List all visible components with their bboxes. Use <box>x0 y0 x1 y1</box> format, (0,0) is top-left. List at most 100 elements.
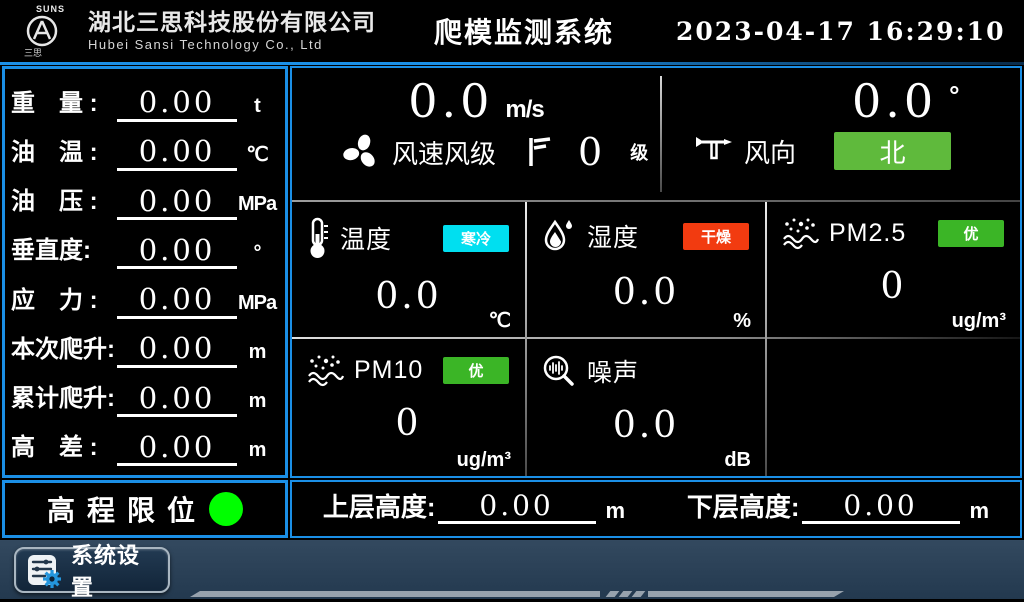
droplet-icon <box>541 216 577 256</box>
status-badge: 优 <box>443 357 509 384</box>
header: SUNS 三思 湖北三思科技股份有限公司 Hubei Sansi Technol… <box>0 0 1024 62</box>
sensor-name: 噪声 <box>587 353 639 389</box>
wind-level-value: 0 <box>578 133 604 171</box>
sensor-cell-pm25: PM2.5 优 0 ug/m³ <box>767 202 1020 337</box>
wind-level-unit: 级 <box>630 139 648 165</box>
page-title: 爬模监测系统 <box>434 11 614 51</box>
sensor-name: 湿度 <box>587 218 639 254</box>
fan-icon <box>340 132 382 172</box>
metric-value: 0.00 <box>117 284 237 318</box>
status-badge: 寒冷 <box>443 225 509 252</box>
thermometer-icon <box>306 216 330 260</box>
metric-value: 0.00 <box>117 235 237 269</box>
wind-level-flag-icon <box>526 135 552 169</box>
logo-suns-text: SUNS <box>36 5 65 14</box>
sensor-value: 0 <box>292 403 525 444</box>
footer-bar: 系统设置 <box>0 540 1024 599</box>
sensor-unit: ug/m³ <box>457 449 511 472</box>
wind-direction-label: 风向 <box>744 133 796 170</box>
metric-unit: ℃ <box>237 142 277 171</box>
wind-direction-value: 0.0 <box>852 78 937 124</box>
environment-panel: 0.0 m/s 风速风级 <box>290 66 1022 478</box>
settings-button-label: 系统设置 <box>71 538 158 602</box>
sensor-unit: % <box>733 310 751 333</box>
metric-unit: MPa <box>237 292 277 319</box>
logo-mark-icon <box>22 14 62 48</box>
metric-unit: t <box>237 95 277 122</box>
sensor-unit: ug/m³ <box>952 310 1006 333</box>
sensor-unit: dB <box>724 449 751 472</box>
sensor-cell-temperature: 温度 寒冷 0.0 ℃ <box>292 202 525 337</box>
upper-height-unit: m <box>606 498 626 524</box>
sensor-name: PM2.5 <box>829 219 906 248</box>
metric-label: 本次爬升: <box>11 329 117 368</box>
noise-icon <box>541 353 577 389</box>
sensor-cell-empty <box>767 339 1020 476</box>
footer-decor-slash <box>606 591 620 597</box>
footer-decor-slash <box>632 591 646 597</box>
lower-height-label: 下层高度: <box>687 487 800 524</box>
wind-direction-badge: 北 <box>834 132 951 170</box>
sensor-value: 0.0 <box>527 272 765 313</box>
system-settings-button[interactable]: 系统设置 <box>14 547 170 593</box>
metric-unit: ° <box>237 242 277 269</box>
wind-speed-section: 0.0 m/s 风速风级 <box>292 68 660 200</box>
metrics-panel: 重 量 : 0.00 t 油 温 : 0.00 ℃ 油 压 : 0.00 MPa… <box>2 66 288 478</box>
footer-decor-slash <box>619 591 633 597</box>
upper-height-group: 上层高度: 0.00 m <box>292 487 656 532</box>
metric-unit: m <box>237 390 277 417</box>
wind-direction-section: 0.0 ° 风向 北 <box>662 68 1020 200</box>
metric-value: 0.00 <box>117 383 237 417</box>
footer-decor-stripe-left <box>190 591 600 597</box>
metric-row-stress: 应 力 : 0.00 MPa <box>11 275 277 319</box>
sliders-gear-icon <box>26 552 62 588</box>
wind-speed-label: 风速风级 <box>392 134 496 171</box>
layer-height-panel: 上层高度: 0.00 m 下层高度: 0.00 m <box>290 480 1022 538</box>
status-badge: 干燥 <box>683 223 749 250</box>
elevation-limit-label: 高程限位 <box>47 489 207 529</box>
wind-speed-unit: m/s <box>505 96 543 124</box>
metric-label: 油 温 : <box>11 132 117 171</box>
footer-decor-stripe-right <box>648 591 844 597</box>
lower-height-unit: m <box>970 498 990 524</box>
sensor-value: 0.0 <box>527 405 765 446</box>
sensor-value: 0 <box>767 266 1020 307</box>
metric-value: 0.00 <box>117 186 237 220</box>
header-divider <box>0 62 1024 65</box>
company-name-cn: 湖北三思科技股份有限公司 <box>88 9 376 35</box>
metric-value: 0.00 <box>117 136 237 170</box>
metric-row-verticality: 垂直度: 0.00 ° <box>11 225 277 269</box>
metric-unit: MPa <box>237 193 277 220</box>
company-name-en: Hubei Sansi Technology Co., Ltd <box>88 38 376 53</box>
metric-value: 0.00 <box>117 432 237 466</box>
metric-row-current-climb: 本次爬升: 0.00 m <box>11 324 277 368</box>
sensor-cell-pm10: PM10 优 0 ug/m³ <box>292 339 525 476</box>
metric-label: 垂直度: <box>11 230 117 269</box>
metric-label: 高 差 : <box>11 427 117 466</box>
sensor-cell-noise: 噪声 0.0 dB <box>527 339 765 476</box>
upper-height-value: 0.00 <box>438 491 596 523</box>
sensor-unit: ℃ <box>489 308 511 333</box>
wind-vane-icon <box>694 134 734 168</box>
elevation-limit-status-indicator <box>209 492 243 526</box>
lower-height-value: 0.00 <box>802 491 960 523</box>
particles-icon <box>781 216 819 250</box>
sensor-name: 温度 <box>340 220 392 256</box>
metric-value: 0.00 <box>117 87 237 121</box>
metric-unit: m <box>237 439 277 466</box>
wind-speed-value: 0.0 <box>408 78 493 124</box>
metric-row-oil-temp: 油 温 : 0.00 ℃ <box>11 127 277 171</box>
company-logo: SUNS 三思 <box>22 5 82 58</box>
metric-label: 重 量 : <box>11 83 117 122</box>
metric-row-total-climb: 累计爬升: 0.00 m <box>11 373 277 417</box>
wind-direction-unit: ° <box>949 80 959 111</box>
wind-zone: 0.0 m/s 风速风级 <box>292 68 1020 200</box>
elevation-limit-panel: 高程限位 <box>2 480 288 538</box>
logo-sansi-text: 三思 <box>24 49 42 58</box>
metric-unit: m <box>237 341 277 368</box>
metric-value: 0.00 <box>117 333 237 367</box>
metric-row-weight: 重 量 : 0.00 t <box>11 78 277 122</box>
metric-row-height-diff: 高 差 : 0.00 m <box>11 422 277 466</box>
metric-label: 累计爬升: <box>11 378 117 417</box>
lower-height-group: 下层高度: 0.00 m <box>656 487 1020 532</box>
